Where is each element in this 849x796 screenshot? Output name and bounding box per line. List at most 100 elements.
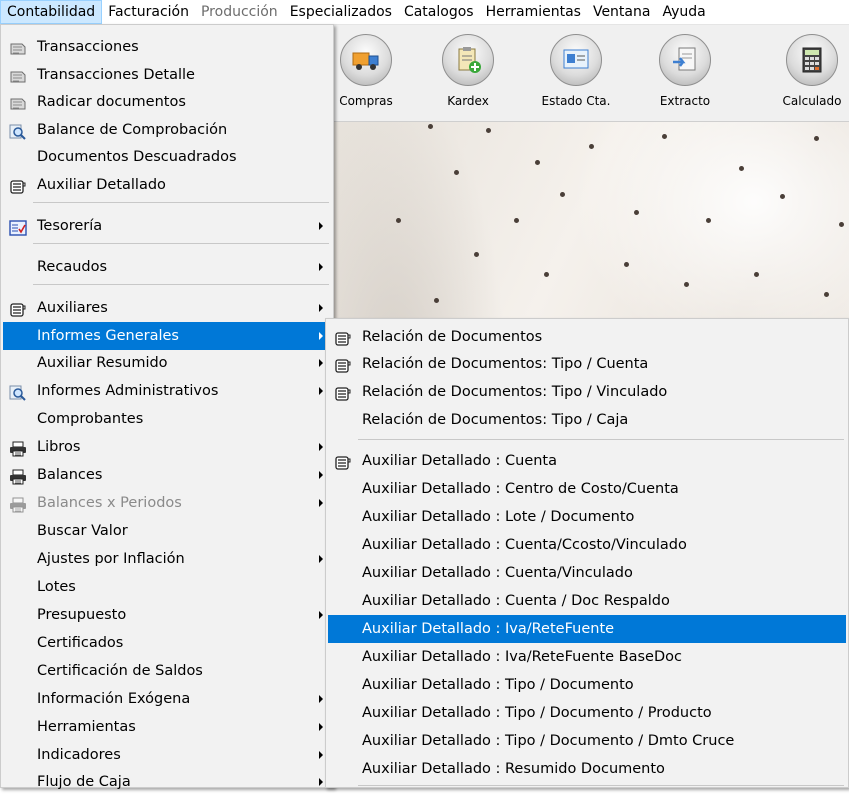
contabilidad-item-presupuesto[interactable]: Presupuesto xyxy=(3,601,331,629)
id-card-icon xyxy=(550,34,602,86)
calculator-icon xyxy=(786,34,838,86)
submenu-arrow-icon xyxy=(319,304,323,312)
informes-generales-item-auxiliar-detallado-iva-retefuente[interactable]: Auxiliar Detallado : Iva/ReteFuente xyxy=(328,615,846,643)
menu-catalogos[interactable]: Catalogos xyxy=(398,0,480,24)
menu-ventana[interactable]: Ventana xyxy=(587,0,657,24)
contabilidad-item-libros[interactable]: Libros xyxy=(3,433,331,461)
informes-generales-item-auxiliar-detallado-tipo-documento-dmto-cruce[interactable]: Auxiliar Detallado : Tipo / Documento / … xyxy=(328,727,846,755)
contabilidad-item-auxiliar-resumido[interactable]: Auxiliar Resumido xyxy=(3,349,331,377)
contabilidad-item-label: Recaudos xyxy=(37,259,108,275)
contabilidad-item-flujo-de-caja[interactable]: Flujo de Caja xyxy=(3,768,331,796)
informes-generales-item-relacion-de-documentos-tipo-caja[interactable]: Relación de Documentos: Tipo / Caja xyxy=(328,406,846,434)
contabilidad-item-informes-administrativos[interactable]: Informes Administrativos xyxy=(3,377,331,405)
contabilidad-item-label: Tesorería xyxy=(37,218,103,234)
fabric-dot xyxy=(754,272,759,277)
informes-generales-item-auxiliar-detallado-tipo-documento[interactable]: Auxiliar Detallado : Tipo / Documento xyxy=(328,671,846,699)
informes-generales-item-auxiliar-detallado-cuenta-doc-respaldo[interactable]: Auxiliar Detallado : Cuenta / Doc Respal… xyxy=(328,587,846,615)
informes-generales-item-auxiliar-detallado-cuenta[interactable]: Auxiliar Detallado : Cuenta xyxy=(328,447,846,475)
menu-contabilidad[interactable]: Contabilidad xyxy=(0,0,103,24)
informes-generales-item-auxiliar-detallado-tipo-documento-producto[interactable]: Auxiliar Detallado : Tipo / Documento / … xyxy=(328,699,846,727)
toolbar-estado-cta-button[interactable]: Estado Cta. xyxy=(526,25,626,121)
contabilidad-item-informacion-exogena[interactable]: Información Exógena xyxy=(3,685,331,713)
contabilidad-item-tesoreria[interactable]: Tesorería xyxy=(3,212,331,240)
informes-generales-item-relacion-de-documentos[interactable]: Relación de Documentos xyxy=(328,323,846,351)
fabric-dot xyxy=(589,144,594,149)
submenu-arrow-icon xyxy=(319,332,323,340)
magnifier-icon xyxy=(9,383,27,401)
contabilidad-item-certificacion-de-saldos[interactable]: Certificación de Saldos xyxy=(3,657,331,685)
informes-generales-item-label: Auxiliar Detallado : Cuenta/Ccosto/Vincu… xyxy=(362,537,687,553)
contabilidad-item-certificados[interactable]: Certificados xyxy=(3,629,331,657)
menu-produccion[interactable]: Producción xyxy=(195,0,284,24)
informes-generales-item-auxiliar-detallado-resumido-documento[interactable]: Auxiliar Detallado : Resumido Documento xyxy=(328,755,846,783)
contabilidad-item-comprobantes[interactable]: Comprobantes xyxy=(3,405,331,433)
contabilidad-item-auxiliar-detallado[interactable]: Auxiliar Detallado xyxy=(3,171,331,199)
contabilidad-item-balance-de-comprobacion[interactable]: Balance de Comprobación xyxy=(3,116,331,144)
treasury-icon xyxy=(9,218,27,236)
menu-especializados[interactable]: Especializados xyxy=(284,0,398,24)
fabric-dot xyxy=(396,218,401,223)
informes-generales-item-label: Auxiliar Detallado : Tipo / Documento xyxy=(362,677,634,693)
informes-generales-item-label: Relación de Documentos xyxy=(362,329,543,345)
informes-generales-item-auxiliar-detallado-cuenta-vinculado[interactable]: Auxiliar Detallado : Cuenta/Vinculado xyxy=(328,559,846,587)
contabilidad-item-auxiliares[interactable]: Auxiliares xyxy=(3,294,331,322)
contabilidad-item-label: Transacciones xyxy=(37,39,139,55)
submenu-arrow-icon xyxy=(319,359,323,367)
contabilidad-item-label: Presupuesto xyxy=(37,607,127,623)
contabilidad-item-transacciones[interactable]: Transacciones xyxy=(3,33,331,61)
contabilidad-item-label: Documentos Descuadrados xyxy=(37,149,237,165)
fabric-dot xyxy=(474,252,479,257)
printer-icon xyxy=(9,495,27,513)
transactions-icon xyxy=(9,94,27,110)
informes-generales-item-label: Auxiliar Detallado : Resumido Documento xyxy=(362,761,665,777)
toolbar-kardex-button[interactable]: Kardex xyxy=(418,25,518,121)
submenu-arrow-icon xyxy=(319,443,323,451)
printer-icon xyxy=(9,439,27,457)
menu-ayuda[interactable]: Ayuda xyxy=(656,0,711,24)
informes-generales-item-label: Auxiliar Detallado : Tipo / Documento / … xyxy=(362,733,735,749)
menu-herramientas[interactable]: Herramientas xyxy=(480,0,587,24)
contabilidad-item-label: Balance de Comprobación xyxy=(37,122,228,138)
magnifier-icon xyxy=(9,122,27,140)
contabilidad-item-indicadores[interactable]: Indicadores xyxy=(3,741,331,769)
informes-generales-item-auxiliar-detallado-cuenta-ccosto-vinculado[interactable]: Auxiliar Detallado : Cuenta/Ccosto/Vincu… xyxy=(328,531,846,559)
report-icon xyxy=(334,356,352,373)
informes-generales-item-auxiliar-detallado-centro-de-costo-cuenta[interactable]: Auxiliar Detallado : Centro de Costo/Cue… xyxy=(328,475,846,503)
report-icon xyxy=(9,300,27,317)
transactions-icon xyxy=(9,39,27,55)
contabilidad-item-label: Auxiliar Resumido xyxy=(37,355,168,371)
informes-generales-item-label: Auxiliar Detallado : Lote / Documento xyxy=(362,509,635,525)
contabilidad-item-herramientas[interactable]: Herramientas xyxy=(3,713,331,741)
contabilidad-item-documentos-descuadrados[interactable]: Documentos Descuadrados xyxy=(3,143,331,171)
toolbar-extracto-label: Extracto xyxy=(659,94,711,108)
informes-generales-item-relacion-de-documentos-tipo-vinculado[interactable]: Relación de Documentos: Tipo / Vinculado xyxy=(328,378,846,406)
informes-generales-item-auxiliar-detallado-lote-documento[interactable]: Auxiliar Detallado : Lote / Documento xyxy=(328,503,846,531)
toolbar-calculadora-button[interactable]: Calculado xyxy=(762,25,849,121)
contabilidad-item-transacciones-detalle[interactable]: Transacciones Detalle xyxy=(3,61,331,89)
fabric-dot xyxy=(780,194,785,199)
menu-facturacion[interactable]: Facturación xyxy=(102,0,195,24)
contabilidad-item-radicar-documentos[interactable]: Radicar documentos xyxy=(3,88,331,116)
submenu-arrow-icon xyxy=(319,723,323,731)
submenu-arrow-icon xyxy=(319,499,323,507)
contabilidad-item-ajustes-por-inflacion[interactable]: Ajustes por Inflación xyxy=(3,545,331,573)
report-icon xyxy=(334,384,352,401)
contabilidad-item-balances[interactable]: Balances xyxy=(3,461,331,489)
contabilidad-item-label: Libros xyxy=(37,439,81,455)
fabric-dot xyxy=(428,124,433,129)
submenu-arrow-icon xyxy=(319,222,323,230)
toolbar-extracto-button[interactable]: Extracto xyxy=(635,25,735,121)
fabric-dot xyxy=(624,262,629,267)
contabilidad-item-recaudos[interactable]: Recaudos xyxy=(3,253,331,281)
contabilidad-item-label: Auxiliar Detallado xyxy=(37,177,166,193)
informes-generales-item-auxiliar-detallado-iva-retefuente-basedoc[interactable]: Auxiliar Detallado : Iva/ReteFuente Base… xyxy=(328,643,846,671)
contabilidad-item-informes-generales[interactable]: Informes Generales xyxy=(3,322,331,350)
contabilidad-item-buscar-valor[interactable]: Buscar Valor xyxy=(3,517,331,545)
contabilidad-item-lotes[interactable]: Lotes xyxy=(3,573,331,601)
informes-generales-item-label: Relación de Documentos: Tipo / Caja xyxy=(362,412,629,428)
fabric-dot xyxy=(839,222,844,227)
informes-generales-item-relacion-de-documentos-tipo-cuenta[interactable]: Relación de Documentos: Tipo / Cuenta xyxy=(328,350,846,378)
contabilidad-item-balances-x-periodos[interactable]: Balances x Periodos xyxy=(3,489,331,517)
toolbar-kardex-label: Kardex xyxy=(447,94,489,108)
clipboard-add-icon xyxy=(442,34,494,86)
